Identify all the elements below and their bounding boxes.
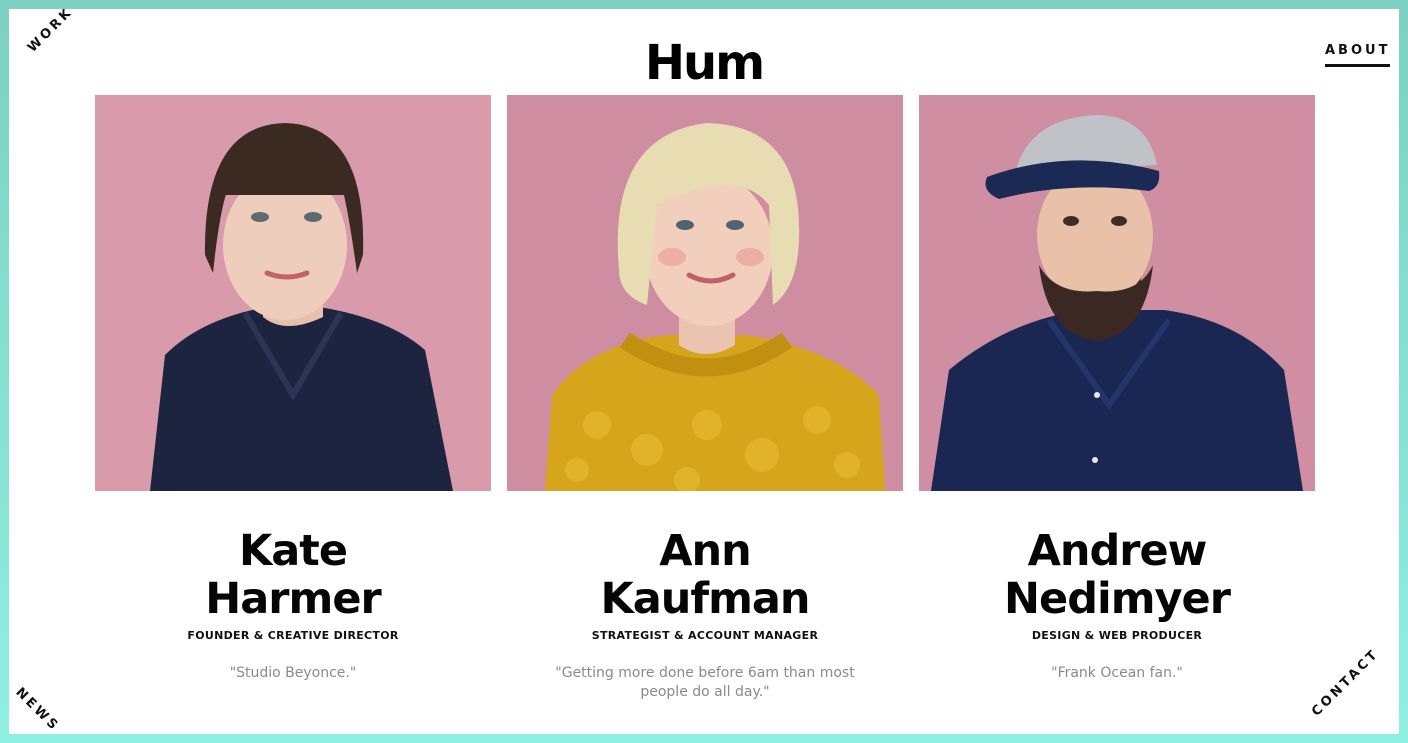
team-member-quote: "Getting more done before 6am than most … [555,665,855,700]
last-name: Kaufman [600,574,810,624]
team-member-card: Andrew Nedimyer DESIGN & WEB PRODUCER "F… [919,95,1315,683]
team-member-name: Andrew Nedimyer [919,527,1315,623]
team-member-photo [95,95,491,491]
nav-contact-link[interactable]: CONTACT [1309,646,1382,719]
first-name: Kate [238,526,348,576]
first-name: Andrew [1027,526,1208,576]
nav-news-link[interactable]: NEWS [12,685,62,734]
portrait-image [919,95,1315,491]
team-member-photo [507,95,903,491]
portrait-image [95,95,491,491]
site-logo[interactable]: Hum [9,39,1399,87]
page-frame: WORK ABOUT NEWS CONTACT Hum Kate Harmer … [9,9,1399,734]
portrait-image [507,95,903,491]
team-member-name: Kate Harmer [95,527,491,623]
team-member-name: Ann Kaufman [507,527,903,623]
last-name: Harmer [205,574,381,624]
team-member-quote: "Studio Beyonce." [229,665,357,681]
team-member-card: Ann Kaufman STRATEGIST & ACCOUNT MANAGER… [507,95,903,702]
team-member-role: DESIGN & WEB PRODUCER [1031,629,1203,642]
first-name: Ann [659,526,752,576]
team-member-card: Kate Harmer FOUNDER & CREATIVE DIRECTOR … [95,95,491,683]
team-member-role: FOUNDER & CREATIVE DIRECTOR [187,629,399,642]
last-name: Nedimyer [1004,574,1231,624]
team-member-role: STRATEGIST & ACCOUNT MANAGER [591,629,819,642]
team-member-quote: "Frank Ocean fan." [1051,665,1183,681]
team-member-photo [919,95,1315,491]
